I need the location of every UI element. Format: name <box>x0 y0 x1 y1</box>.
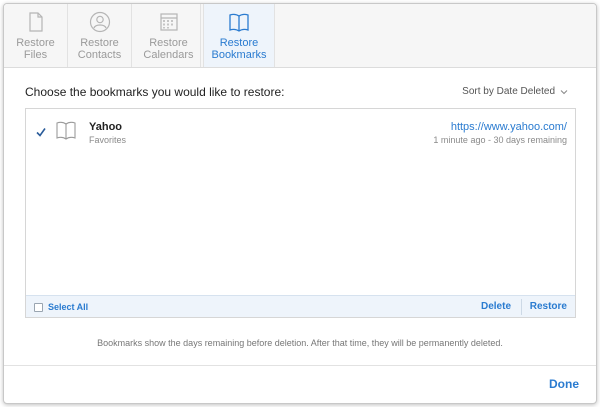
tab-restore-calendars[interactable]: Restore Calendars <box>137 4 201 67</box>
divider <box>521 299 522 315</box>
sort-dropdown[interactable]: Sort by Date Deleted <box>462 86 568 97</box>
tab-restore-bookmarks[interactable]: Restore Bookmarks <box>203 4 275 67</box>
list-item[interactable]: Yahoo Favorites https://www.yahoo.com/ 1… <box>26 109 575 149</box>
select-all-checkbox[interactable]: Select All <box>34 302 88 312</box>
chevron-down-icon <box>560 89 568 94</box>
tab-label: Restore Calendars <box>143 37 194 61</box>
tab-restore-contacts[interactable]: Restore Contacts <box>68 4 132 67</box>
divider <box>4 365 596 366</box>
delete-button[interactable]: Delete <box>481 301 511 312</box>
file-icon <box>28 12 43 32</box>
restore-dialog: Restore Files Restore Contacts Restore C… <box>3 3 597 404</box>
restore-button[interactable]: Restore <box>530 301 567 312</box>
bookmark-book-icon <box>56 121 76 140</box>
sort-label: Sort by Date Deleted <box>462 86 555 97</box>
bookmark-folder: Favorites <box>89 135 127 145</box>
toolbar: Restore Files Restore Contacts Restore C… <box>4 4 596 68</box>
select-all-label: Select All <box>48 302 89 312</box>
restore-prompt: Choose the bookmarks you would like to r… <box>25 85 285 99</box>
checkbox-box[interactable] <box>34 302 43 312</box>
tab-label: Restore Bookmarks <box>211 37 267 61</box>
checkmark-icon[interactable] <box>36 127 46 137</box>
book-icon <box>229 13 249 32</box>
tab-label: Restore Contacts <box>77 37 122 61</box>
bookmark-list: Yahoo Favorites https://www.yahoo.com/ 1… <box>25 108 576 318</box>
bookmark-title: Yahoo <box>89 121 123 133</box>
contact-icon <box>89 11 110 33</box>
done-button[interactable]: Done <box>549 377 579 391</box>
tab-restore-files[interactable]: Restore Files <box>4 4 68 67</box>
tab-label: Restore Files <box>16 37 55 61</box>
calendar-icon <box>159 13 178 31</box>
deletion-note: Bookmarks show the days remaining before… <box>97 338 503 348</box>
bookmark-url[interactable]: https://www.yahoo.com/ <box>451 121 567 133</box>
bookmark-deleted-meta: 1 minute ago - 30 days remaining <box>433 135 567 145</box>
list-footer: Select All Delete Restore <box>26 295 575 317</box>
